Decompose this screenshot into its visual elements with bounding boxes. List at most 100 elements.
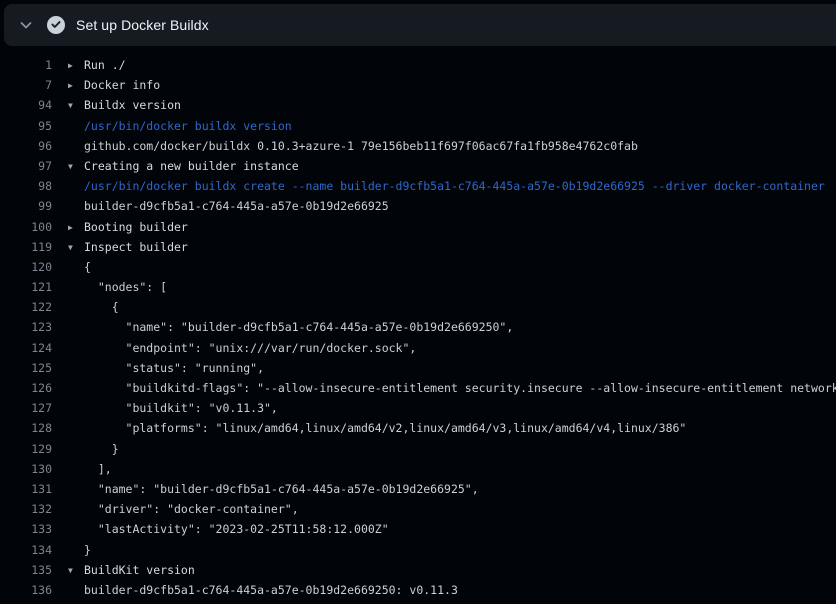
line-number[interactable]: 97 — [0, 156, 52, 176]
log-row: 125 "status": "running", — [0, 358, 836, 378]
log-line-body: builder-d9cfb5a1-c764-445a-a57e-0b19d2e6… — [52, 196, 836, 216]
line-number[interactable]: 122 — [0, 297, 52, 317]
log-line-body: { — [52, 297, 836, 317]
output-text: "buildkit": "v0.11.3", — [84, 401, 278, 415]
log-row: 120{ — [0, 257, 836, 277]
log-row: 99 builder-d9cfb5a1-c764-445a-a57e-0b19d2… — [0, 196, 836, 216]
line-number[interactable]: 129 — [0, 439, 52, 459]
log-row: 96 github.com/docker/buildx 0.10.3+azure-… — [0, 136, 836, 156]
output-text: "name": "builder-d9cfb5a1-c764-445a-a57e… — [84, 320, 513, 334]
triangle-down-icon: ▼ — [68, 96, 84, 115]
log-line-body: "platforms": "linux/amd64,linux/amd64/v2… — [52, 418, 836, 438]
log-row: 131 "name": "builder-d9cfb5a1-c764-445a-… — [0, 479, 836, 499]
log-row: 132 "driver": "docker-container", — [0, 499, 836, 519]
log-row: 1▶Run ./ — [0, 55, 836, 75]
log-row: 100▶Booting builder — [0, 217, 836, 237]
log-line-body: "name": "builder-d9cfb5a1-c764-445a-a57e… — [52, 479, 836, 499]
log-row: 126 "buildkitd-flags": "--allow-insecure… — [0, 378, 836, 398]
output-text: "driver": "docker-container", — [84, 502, 299, 516]
log-line-body: /usr/bin/docker buildx create --name bui… — [52, 176, 836, 196]
line-number[interactable]: 128 — [0, 418, 52, 438]
output-text: } — [84, 442, 119, 456]
log-row: 121 "nodes": [ — [0, 277, 836, 297]
output-text: github.com/docker/buildx 0.10.3+azure-1 … — [84, 139, 638, 153]
output-text: "nodes": [ — [84, 280, 167, 294]
step-header[interactable]: Set up Docker Buildx — [4, 4, 836, 46]
line-number[interactable]: 120 — [0, 257, 52, 277]
log-row: 98/usr/bin/docker buildx create --name b… — [0, 176, 836, 196]
log-line-body: "nodes": [ — [52, 277, 836, 297]
line-number[interactable]: 124 — [0, 338, 52, 358]
line-number[interactable]: 132 — [0, 499, 52, 519]
log-row: 135▼BuildKit version — [0, 560, 836, 580]
log-line-body: "endpoint": "unix:///var/run/docker.sock… — [52, 338, 836, 358]
command-text: /usr/bin/docker buildx create --name bui… — [84, 179, 825, 193]
line-number[interactable]: 119 — [0, 237, 52, 257]
output-text: { — [84, 300, 119, 314]
output-text: "platforms": "linux/amd64,linux/amd64/v2… — [84, 421, 686, 435]
line-number[interactable]: 126 — [0, 378, 52, 398]
log-line-body: /usr/bin/docker buildx version — [52, 116, 836, 136]
output-text: "lastActivity": "2023-02-25T11:58:12.000… — [84, 522, 389, 536]
chevron-down-icon[interactable] — [18, 17, 34, 33]
line-number[interactable]: 130 — [0, 459, 52, 479]
log-group-toggle[interactable]: ▼Buildx version — [52, 95, 836, 115]
log-row: 97▼Creating a new builder instance — [0, 156, 836, 176]
log-line-body: github.com/docker/buildx 0.10.3+azure-1 … — [52, 136, 836, 156]
log-line-body: "lastActivity": "2023-02-25T11:58:12.000… — [52, 519, 836, 539]
line-number[interactable]: 100 — [0, 217, 52, 237]
log-row: 136 builder-d9cfb5a1-c764-445a-a57e-0b19d… — [0, 580, 836, 600]
log-row: 94▼Buildx version — [0, 95, 836, 115]
log-row: 127 "buildkit": "v0.11.3", — [0, 398, 836, 418]
log-row: 133 "lastActivity": "2023-02-25T11:58:12… — [0, 519, 836, 539]
group-title: Buildx version — [84, 98, 181, 112]
line-number[interactable]: 1 — [0, 55, 52, 75]
log-line-body: { — [52, 257, 836, 277]
line-number[interactable]: 98 — [0, 176, 52, 196]
triangle-right-icon: ▶ — [68, 218, 84, 237]
log-line-body: "status": "running", — [52, 358, 836, 378]
line-number[interactable]: 94 — [0, 95, 52, 115]
line-number[interactable]: 133 — [0, 519, 52, 539]
log-group-toggle[interactable]: ▶Run ./ — [52, 55, 836, 75]
log-group-toggle[interactable]: ▼BuildKit version — [52, 560, 836, 580]
line-number[interactable]: 127 — [0, 398, 52, 418]
group-title: Docker info — [84, 78, 160, 92]
log-line-body: "driver": "docker-container", — [52, 499, 836, 519]
line-number[interactable]: 131 — [0, 479, 52, 499]
log-group-toggle[interactable]: ▼Creating a new builder instance — [52, 156, 836, 176]
line-number[interactable]: 121 — [0, 277, 52, 297]
line-number[interactable]: 123 — [0, 317, 52, 337]
log-row: 134} — [0, 540, 836, 560]
line-number[interactable]: 134 — [0, 540, 52, 560]
log-row: 130 ], — [0, 459, 836, 479]
line-number[interactable]: 136 — [0, 580, 52, 600]
log-lines: 1▶Run ./7▶Docker info94▼Buildx version95… — [0, 46, 836, 600]
line-number[interactable]: 95 — [0, 116, 52, 136]
log-group-toggle[interactable]: ▶Docker info — [52, 75, 836, 95]
output-text: builder-d9cfb5a1-c764-445a-a57e-0b19d2e6… — [84, 583, 458, 597]
line-number[interactable]: 7 — [0, 75, 52, 95]
log-row: 7▶Docker info — [0, 75, 836, 95]
line-number[interactable]: 96 — [0, 136, 52, 156]
line-number[interactable]: 125 — [0, 358, 52, 378]
log-line-body: "name": "builder-d9cfb5a1-c764-445a-a57e… — [52, 317, 836, 337]
log-row: 128 "platforms": "linux/amd64,linux/amd6… — [0, 418, 836, 438]
line-number[interactable]: 135 — [0, 560, 52, 580]
group-title: Run ./ — [84, 58, 126, 72]
log-row: 123 "name": "builder-d9cfb5a1-c764-445a-… — [0, 317, 836, 337]
log-group-toggle[interactable]: ▶Booting builder — [52, 217, 836, 237]
triangle-down-icon: ▼ — [68, 157, 84, 176]
log-group-toggle[interactable]: ▼Inspect builder — [52, 237, 836, 257]
output-text: } — [84, 543, 91, 557]
output-text: "status": "running", — [84, 361, 264, 375]
triangle-down-icon: ▼ — [68, 238, 84, 257]
line-number[interactable]: 99 — [0, 196, 52, 216]
output-text: builder-d9cfb5a1-c764-445a-a57e-0b19d2e6… — [84, 199, 389, 213]
group-title: Inspect builder — [84, 240, 188, 254]
triangle-right-icon: ▶ — [68, 76, 84, 95]
group-title: BuildKit version — [84, 563, 195, 577]
group-title: Creating a new builder instance — [84, 159, 299, 173]
log-row: 119▼Inspect builder — [0, 237, 836, 257]
log-line-body: "buildkit": "v0.11.3", — [52, 398, 836, 418]
